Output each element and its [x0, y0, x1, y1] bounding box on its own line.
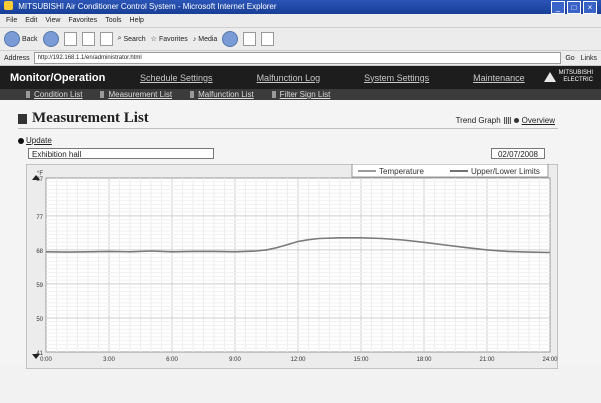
- x-tick-label: 24:00: [542, 357, 558, 363]
- browser-toolbar: Back ⌕ Search ☆ Favorites ♪ Media: [0, 28, 601, 51]
- nav-schedule-settings[interactable]: Schedule Settings: [140, 73, 213, 83]
- minimize-button[interactable]: _: [551, 1, 565, 14]
- search-button[interactable]: ⌕ Search: [118, 35, 146, 43]
- media-icon: ♪: [192, 35, 197, 43]
- overview-link[interactable]: Overview: [522, 116, 555, 125]
- go-button[interactable]: Go: [565, 55, 574, 62]
- subnav-filter-sign-list[interactable]: Filter Sign List: [271, 90, 330, 99]
- links-button[interactable]: Links: [581, 55, 597, 62]
- x-tick-label: 0:00: [40, 357, 52, 363]
- y-tick-label: 50: [36, 317, 43, 323]
- menu-help[interactable]: Help: [130, 14, 144, 27]
- nav-system-settings[interactable]: System Settings: [364, 73, 429, 83]
- mail-button[interactable]: [243, 32, 257, 46]
- close-button[interactable]: ×: [583, 1, 597, 14]
- mitsubishi-diamonds-icon: [543, 72, 556, 82]
- address-bar: Address http://192.168.1.1/en/administra…: [0, 51, 601, 66]
- nav-maintenance[interactable]: Maintenance: [473, 73, 525, 83]
- nav-title[interactable]: Monitor/Operation: [0, 72, 140, 84]
- y-axis-unit: °F: [37, 171, 43, 177]
- menu-view[interactable]: View: [45, 14, 60, 27]
- trend-chart-svg: 877768595041°F0:00 3:00 6:00 9:00 12:00 15:00…: [25, 163, 559, 370]
- mitsubishi-logo: MITSUBISHI ELECTRIC: [543, 70, 593, 84]
- y-tick-label: 68: [36, 249, 43, 255]
- x-tick-label: 12:00: [290, 357, 306, 363]
- ie-icon: [4, 1, 13, 10]
- date-field[interactable]: 02/07/2008: [491, 148, 545, 159]
- back-button[interactable]: Back: [4, 31, 38, 47]
- nav-malfunction-log[interactable]: Malfunction Log: [257, 73, 321, 83]
- update-link[interactable]: Update: [26, 136, 52, 145]
- search-icon: ⌕: [117, 35, 122, 42]
- page-title: Measurement List: [18, 110, 149, 127]
- refresh-button[interactable]: [81, 32, 95, 46]
- print-button[interactable]: [261, 32, 275, 46]
- update-control[interactable]: Update: [18, 136, 52, 145]
- trend-graph-selector: Trend Graph Overview: [456, 116, 555, 125]
- x-tick-label: 9:00: [229, 357, 241, 363]
- title-divider: [18, 128, 558, 129]
- home-button[interactable]: [99, 32, 113, 46]
- star-icon: ☆: [150, 36, 157, 43]
- title-square-icon: [18, 113, 27, 124]
- trend-chart: 87 77 68 59 50 41 °F 0:00 3:00 6:00 9:00 12:00 15:00…: [25, 163, 559, 370]
- legend-label-limits: Upper/Lower Limits: [471, 167, 540, 176]
- y-tick-label: 77: [36, 215, 43, 221]
- overview-radio-icon[interactable]: [513, 118, 519, 123]
- location-field[interactable]: Exhibition hall: [28, 148, 214, 159]
- history-button[interactable]: [222, 31, 239, 47]
- window-controls: _ □ ×: [551, 1, 597, 14]
- subnav-malfunction-list[interactable]: Malfunction List: [190, 90, 254, 99]
- subnav-condition-list[interactable]: Condition List: [26, 90, 82, 99]
- bar-graph-icon[interactable]: [503, 117, 511, 124]
- legend-label-temperature: Temperature: [379, 167, 424, 176]
- browser-menubar: File Edit View Favorites Tools Help: [0, 14, 601, 28]
- x-tick-label: 21:00: [479, 357, 495, 363]
- address-label: Address: [4, 54, 30, 62]
- subnav-measurement-list[interactable]: Measurement List: [100, 90, 172, 99]
- menu-file[interactable]: File: [6, 14, 17, 27]
- trend-graph-label: Trend Graph: [455, 116, 501, 125]
- x-tick-label: 18:00: [416, 357, 432, 363]
- stop-button[interactable]: [63, 32, 77, 46]
- x-tick-label: 3:00: [103, 357, 115, 363]
- window-title: MITSUBISHI Air Conditioner Control Syste…: [18, 2, 277, 11]
- x-tick-label: 15:00: [353, 357, 369, 363]
- media-button[interactable]: ♪ Media: [193, 36, 218, 43]
- back-arrow-icon: [4, 31, 20, 47]
- window-titlebar: MITSUBISHI Air Conditioner Control Syste…: [0, 0, 601, 14]
- x-tick-label: 6:00: [166, 357, 178, 363]
- menu-edit[interactable]: Edit: [25, 14, 37, 27]
- sub-nav: Condition List Measurement List Malfunct…: [0, 89, 601, 100]
- menu-favorites[interactable]: Favorites: [68, 14, 97, 27]
- url-input[interactable]: http://192.168.1.1/en/administrator.html: [33, 52, 562, 64]
- maximize-button[interactable]: □: [567, 1, 581, 14]
- update-bullet-icon: [18, 137, 24, 144]
- y-tick-label: 59: [36, 283, 43, 289]
- menu-tools[interactable]: Tools: [105, 14, 121, 27]
- main-nav: Monitor/Operation Schedule Settings Malf…: [0, 66, 601, 89]
- forward-button[interactable]: [42, 31, 59, 47]
- favorites-button[interactable]: ☆ Favorites: [150, 35, 188, 44]
- page-content: Measurement List Trend Graph Overview Up…: [0, 100, 601, 370]
